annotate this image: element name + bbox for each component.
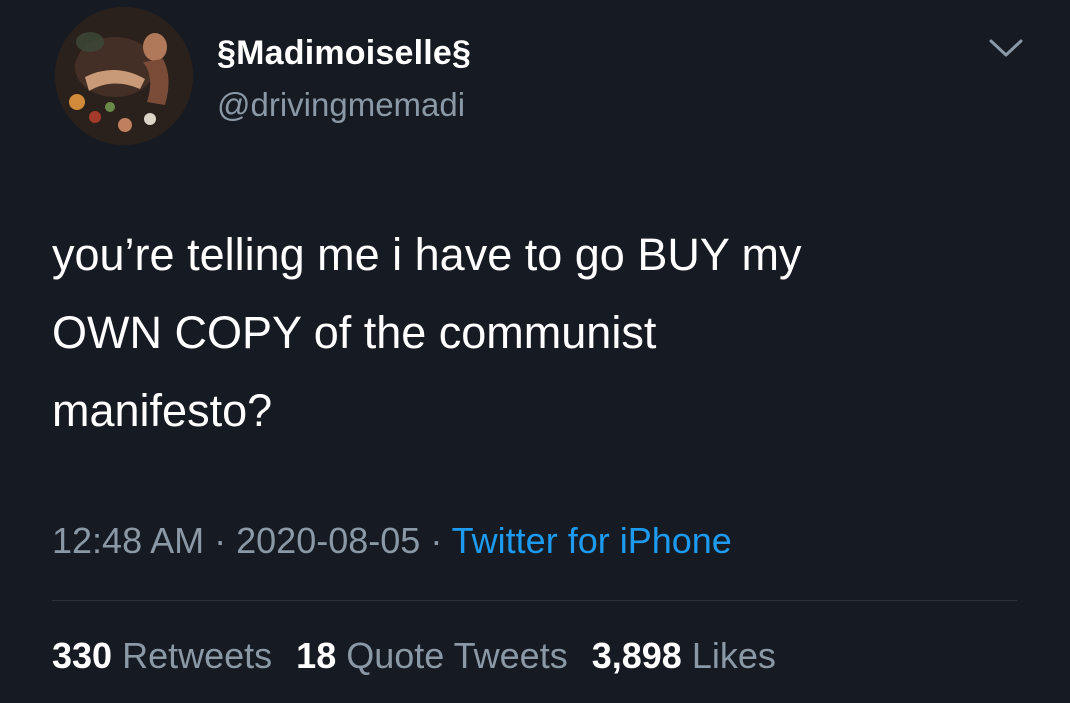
tweet-metadata: 12:48 AM · 2020-08-05 · Twitter for iPho…: [52, 520, 732, 562]
divider: [52, 600, 1017, 601]
username-handle[interactable]: @drivingmemadi: [217, 86, 465, 124]
separator-dot: ·: [214, 520, 227, 561]
chevron-down-icon[interactable]: [985, 33, 1027, 63]
retweets-stat[interactable]: 330 Retweets: [52, 635, 272, 676]
likes-count: 3,898: [591, 635, 682, 676]
tweet-text: you’re telling me i have to go BUY my OW…: [52, 229, 802, 436]
tweet-source-link[interactable]: Twitter for iPhone: [452, 520, 732, 561]
separator-dot: ·: [430, 520, 443, 561]
quote-tweets-count: 18: [296, 635, 337, 676]
tweet-date[interactable]: 2020-08-05: [236, 520, 420, 561]
retweets-count: 330: [52, 635, 113, 676]
display-name[interactable]: §Madimoiselle§: [217, 34, 471, 73]
likes-stat[interactable]: 3,898 Likes: [592, 635, 776, 676]
quote-tweets-label: Quote Tweets: [346, 635, 568, 676]
quote-tweets-stat[interactable]: 18 Quote Tweets: [296, 635, 568, 676]
profile-photo-icon: [55, 7, 193, 145]
retweets-label: Retweets: [122, 635, 273, 676]
likes-label: Likes: [691, 635, 776, 676]
tweet-card: §Madimoiselle§ @drivingmemadi you’re tel…: [0, 0, 1070, 703]
tweet-stats: 330 Retweets 18 Quote Tweets 3,898 Likes: [52, 635, 776, 677]
avatar[interactable]: [55, 7, 193, 145]
tweet-time[interactable]: 12:48 AM: [52, 520, 204, 561]
